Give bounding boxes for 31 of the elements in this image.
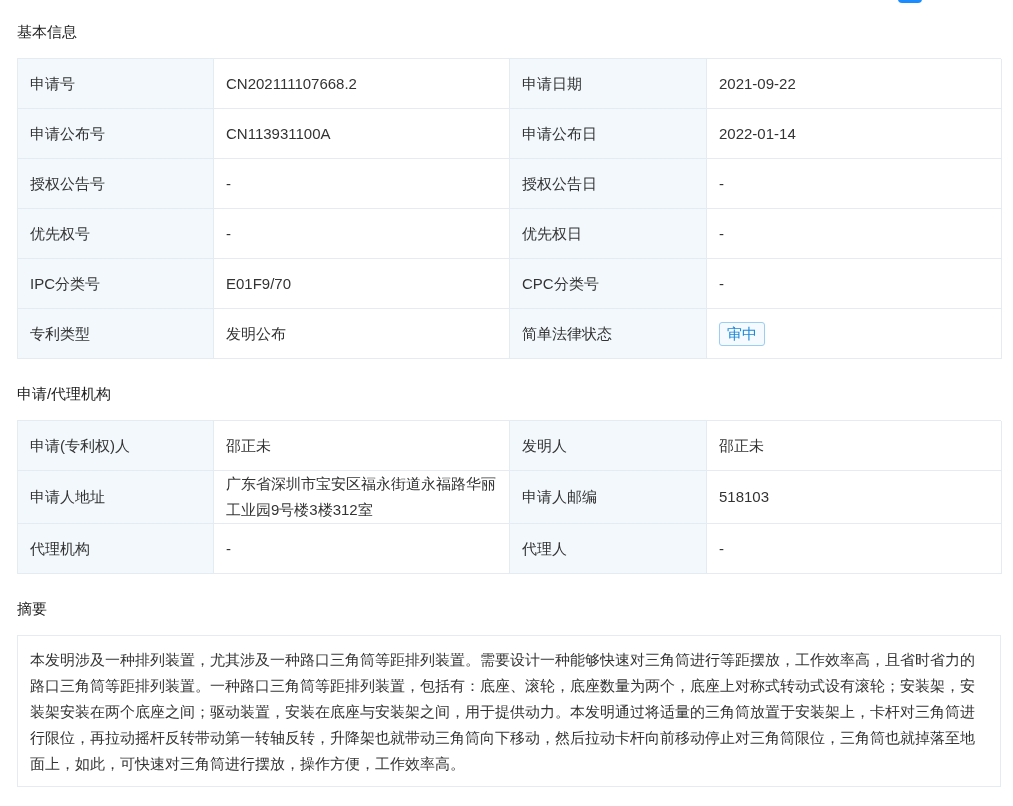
field-value: 2022-01-14 xyxy=(707,109,1002,159)
field-value: - xyxy=(707,159,1002,209)
field-value: 邵正未 xyxy=(707,421,1002,471)
section-title: 基本信息 xyxy=(17,22,78,42)
field-label: 申请日期 xyxy=(510,59,707,109)
field-label: 申请公布日 xyxy=(510,109,707,159)
section-title: 摘要 xyxy=(17,599,48,619)
status-tag: 审中 xyxy=(719,321,765,346)
field-label: 简单法律状态 xyxy=(510,309,707,359)
abstract-text: 本发明涉及一种排列装置，尤其涉及一种路口三角筒等距排列装置。需要设计一种能够快速对三角筒进行等距摆放，工作效率高，且省时省力的路口三角筒等距排列装置。一种路口三角筒等距排列装置，包括有：底座、滚轮，底座数量为两个，底座上对称式转动式设有滚轮；安装架，安装架安装在两个底座之间；驱动装置，安装在底座与安装架之间，用于提供动力。本发明通过将适量的三角筒放置于安装架上，卡杆对三角筒进行限位，再拉动摇杆反转带动第一转轴反转，升降架也就带动三角筒向下移动，然后拉动卡杆向前移动停止对三角筒限位，三角筒也就掉落至地面上，如此，可快速对三角筒进行摆放，操作方便，工作效率高。 xyxy=(17,635,1001,787)
field-label: 优先权日 xyxy=(510,209,707,259)
field-label: 优先权号 xyxy=(18,209,214,259)
field-label: 申请人地址 xyxy=(18,471,214,524)
section-title: 申请/代理机构 xyxy=(17,384,113,404)
field-label: 代理人 xyxy=(510,524,707,574)
field-value: - xyxy=(707,524,1002,574)
field-label: 授权公告号 xyxy=(18,159,214,209)
field-value: 518103 xyxy=(707,471,1002,524)
field-label: 申请号 xyxy=(18,59,214,109)
field-label: 专利类型 xyxy=(18,309,214,359)
field-value: 2021-09-22 xyxy=(707,59,1002,109)
field-label: 发明人 xyxy=(510,421,707,471)
field-label: 申请(专利权)人 xyxy=(18,421,214,471)
field-value: - xyxy=(707,259,1002,309)
field-label: 代理机构 xyxy=(18,524,214,574)
field-label: 授权公告日 xyxy=(510,159,707,209)
field-value: - xyxy=(707,209,1002,259)
field-label: 申请人邮编 xyxy=(510,471,707,524)
field-label: CPC分类号 xyxy=(510,259,707,309)
field-label: 申请公布号 xyxy=(18,109,214,159)
field-label: IPC分类号 xyxy=(18,259,214,309)
